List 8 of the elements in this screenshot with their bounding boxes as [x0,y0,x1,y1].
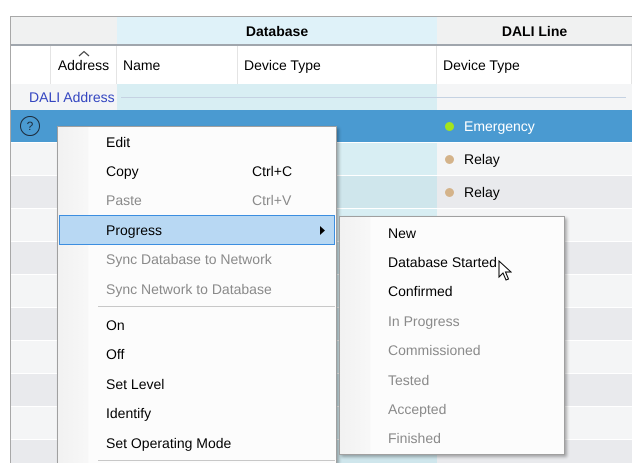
help-icon: ? [20,116,40,136]
shortcut-label: Ctrl+C [252,163,292,180]
shortcut-label: Ctrl+V [252,192,292,208]
column-group-header: DALI Line [437,17,632,46]
table-cell: Relay [464,151,500,167]
table-cell: Emergency [464,118,535,134]
column-group-header: Database [117,17,437,46]
table-cell: Relay [464,184,500,200]
